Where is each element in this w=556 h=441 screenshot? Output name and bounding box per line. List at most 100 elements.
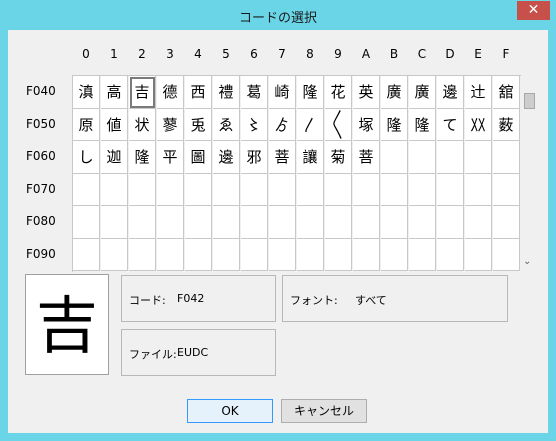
character-cell[interactable]: 禮 — [213, 76, 240, 109]
character-cell[interactable] — [213, 238, 240, 271]
title-bar[interactable]: コードの選択 ✕ — [0, 0, 556, 30]
character-cell[interactable] — [297, 173, 324, 206]
character-cell[interactable]: 迦 — [101, 141, 128, 174]
character-cell[interactable]: 塚 — [353, 108, 380, 141]
character-cell[interactable]: 廣 — [409, 76, 436, 109]
character-cell[interactable] — [353, 206, 380, 239]
character-cell[interactable] — [241, 206, 268, 239]
character-cell[interactable] — [493, 206, 520, 239]
character-cell[interactable] — [381, 141, 408, 174]
character-cell[interactable] — [409, 238, 436, 271]
scroll-thumb[interactable] — [524, 93, 535, 109]
character-cell[interactable]: 吉 — [129, 76, 156, 109]
character-cell[interactable] — [465, 206, 492, 239]
character-cell[interactable]: 菩 — [353, 141, 380, 174]
character-cell[interactable]: 隆 — [129, 141, 156, 174]
character-cell[interactable]: 菊 — [325, 141, 352, 174]
character-cell[interactable]: 菩 — [269, 141, 296, 174]
character-cell[interactable]: 德 — [157, 76, 184, 109]
character-cell[interactable] — [73, 206, 100, 239]
character-cell[interactable] — [465, 238, 492, 271]
character-cell[interactable] — [493, 238, 520, 271]
character-cell[interactable] — [73, 238, 100, 271]
character-cell[interactable] — [241, 173, 268, 206]
character-cell[interactable] — [381, 173, 408, 206]
character-cell[interactable]: 英 — [353, 76, 380, 109]
character-cell[interactable] — [353, 238, 380, 271]
character-cell[interactable] — [269, 206, 296, 239]
character-cell[interactable] — [325, 238, 352, 271]
character-cell[interactable] — [437, 173, 464, 206]
character-cell[interactable]: 邊 — [213, 141, 240, 174]
character-cell[interactable] — [157, 206, 184, 239]
character-cell[interactable]: 状 — [129, 108, 156, 141]
character-cell[interactable]: 〳 — [297, 108, 324, 141]
character-cell[interactable]: 廣 — [381, 76, 408, 109]
character-cell[interactable]: 隆 — [381, 108, 408, 141]
character-cell[interactable]: 薮 — [493, 108, 520, 141]
character-cell[interactable]: 原 — [73, 108, 100, 141]
character-cell[interactable]: 蓼 — [157, 108, 184, 141]
character-cell[interactable]: 隆 — [297, 76, 324, 109]
character-cell[interactable] — [297, 206, 324, 239]
character-cell[interactable] — [241, 238, 268, 271]
character-cell[interactable] — [493, 173, 520, 206]
character-cell[interactable]: し — [73, 141, 100, 174]
character-cell[interactable] — [269, 173, 296, 206]
character-cell[interactable]: 滇 — [73, 76, 100, 109]
character-cell[interactable] — [437, 238, 464, 271]
character-cell[interactable]: 西 — [185, 76, 212, 109]
character-cell[interactable]: 花 — [325, 76, 352, 109]
character-cell[interactable]: 値 — [101, 108, 128, 141]
character-cell[interactable]: 〱 — [325, 108, 352, 141]
character-cell[interactable] — [157, 238, 184, 271]
character-cell[interactable] — [101, 173, 128, 206]
character-cell[interactable] — [73, 173, 100, 206]
character-cell[interactable] — [381, 206, 408, 239]
character-cell[interactable] — [101, 206, 128, 239]
character-cell[interactable]: ゑ — [213, 108, 240, 141]
character-cell[interactable] — [297, 238, 324, 271]
vertical-scrollbar[interactable]: ⌄ — [521, 75, 538, 271]
character-cell[interactable] — [465, 173, 492, 206]
character-cell[interactable]: 辻 — [465, 76, 492, 109]
character-cell[interactable]: ゟ — [269, 108, 296, 141]
character-cell[interactable] — [409, 141, 436, 174]
character-cell[interactable] — [129, 173, 156, 206]
character-grid[interactable]: 滇高吉德西禮葛崎隆花英廣廣邊辻舘原値状蓼兎ゑ〻ゟ〳〱塚隆隆て〷薮し迦隆平圖邊邪菩… — [72, 75, 521, 272]
character-cell[interactable]: 〻 — [241, 108, 268, 141]
character-cell[interactable] — [157, 173, 184, 206]
cancel-button[interactable]: キャンセル — [281, 399, 367, 423]
character-cell[interactable] — [465, 141, 492, 174]
ok-button[interactable]: OK — [187, 399, 273, 423]
scroll-down-icon[interactable]: ⌄ — [523, 256, 531, 267]
character-cell[interactable]: 〷 — [465, 108, 492, 141]
character-cell[interactable] — [101, 238, 128, 271]
character-cell[interactable] — [185, 238, 212, 271]
character-cell[interactable]: 邊 — [437, 76, 464, 109]
character-cell[interactable] — [493, 141, 520, 174]
character-cell[interactable]: 隆 — [409, 108, 436, 141]
character-cell[interactable] — [269, 238, 296, 271]
character-cell[interactable]: 圖 — [185, 141, 212, 174]
character-cell[interactable] — [325, 206, 352, 239]
character-cell[interactable] — [353, 173, 380, 206]
character-cell[interactable]: 舘 — [493, 76, 520, 109]
character-cell[interactable] — [437, 141, 464, 174]
character-cell[interactable] — [409, 206, 436, 239]
character-cell[interactable] — [409, 173, 436, 206]
close-button[interactable]: ✕ — [517, 1, 550, 20]
character-cell[interactable]: 高 — [101, 76, 128, 109]
character-cell[interactable] — [213, 173, 240, 206]
character-cell[interactable]: 平 — [157, 141, 184, 174]
character-cell[interactable] — [185, 173, 212, 206]
character-cell[interactable]: 崎 — [269, 76, 296, 109]
character-cell[interactable] — [129, 206, 156, 239]
character-cell[interactable] — [213, 206, 240, 239]
character-cell[interactable]: て — [437, 108, 464, 141]
character-cell[interactable] — [325, 173, 352, 206]
character-cell[interactable]: 邪 — [241, 141, 268, 174]
character-cell[interactable]: 葛 — [241, 76, 268, 109]
character-cell[interactable] — [381, 238, 408, 271]
character-cell[interactable] — [185, 206, 212, 239]
